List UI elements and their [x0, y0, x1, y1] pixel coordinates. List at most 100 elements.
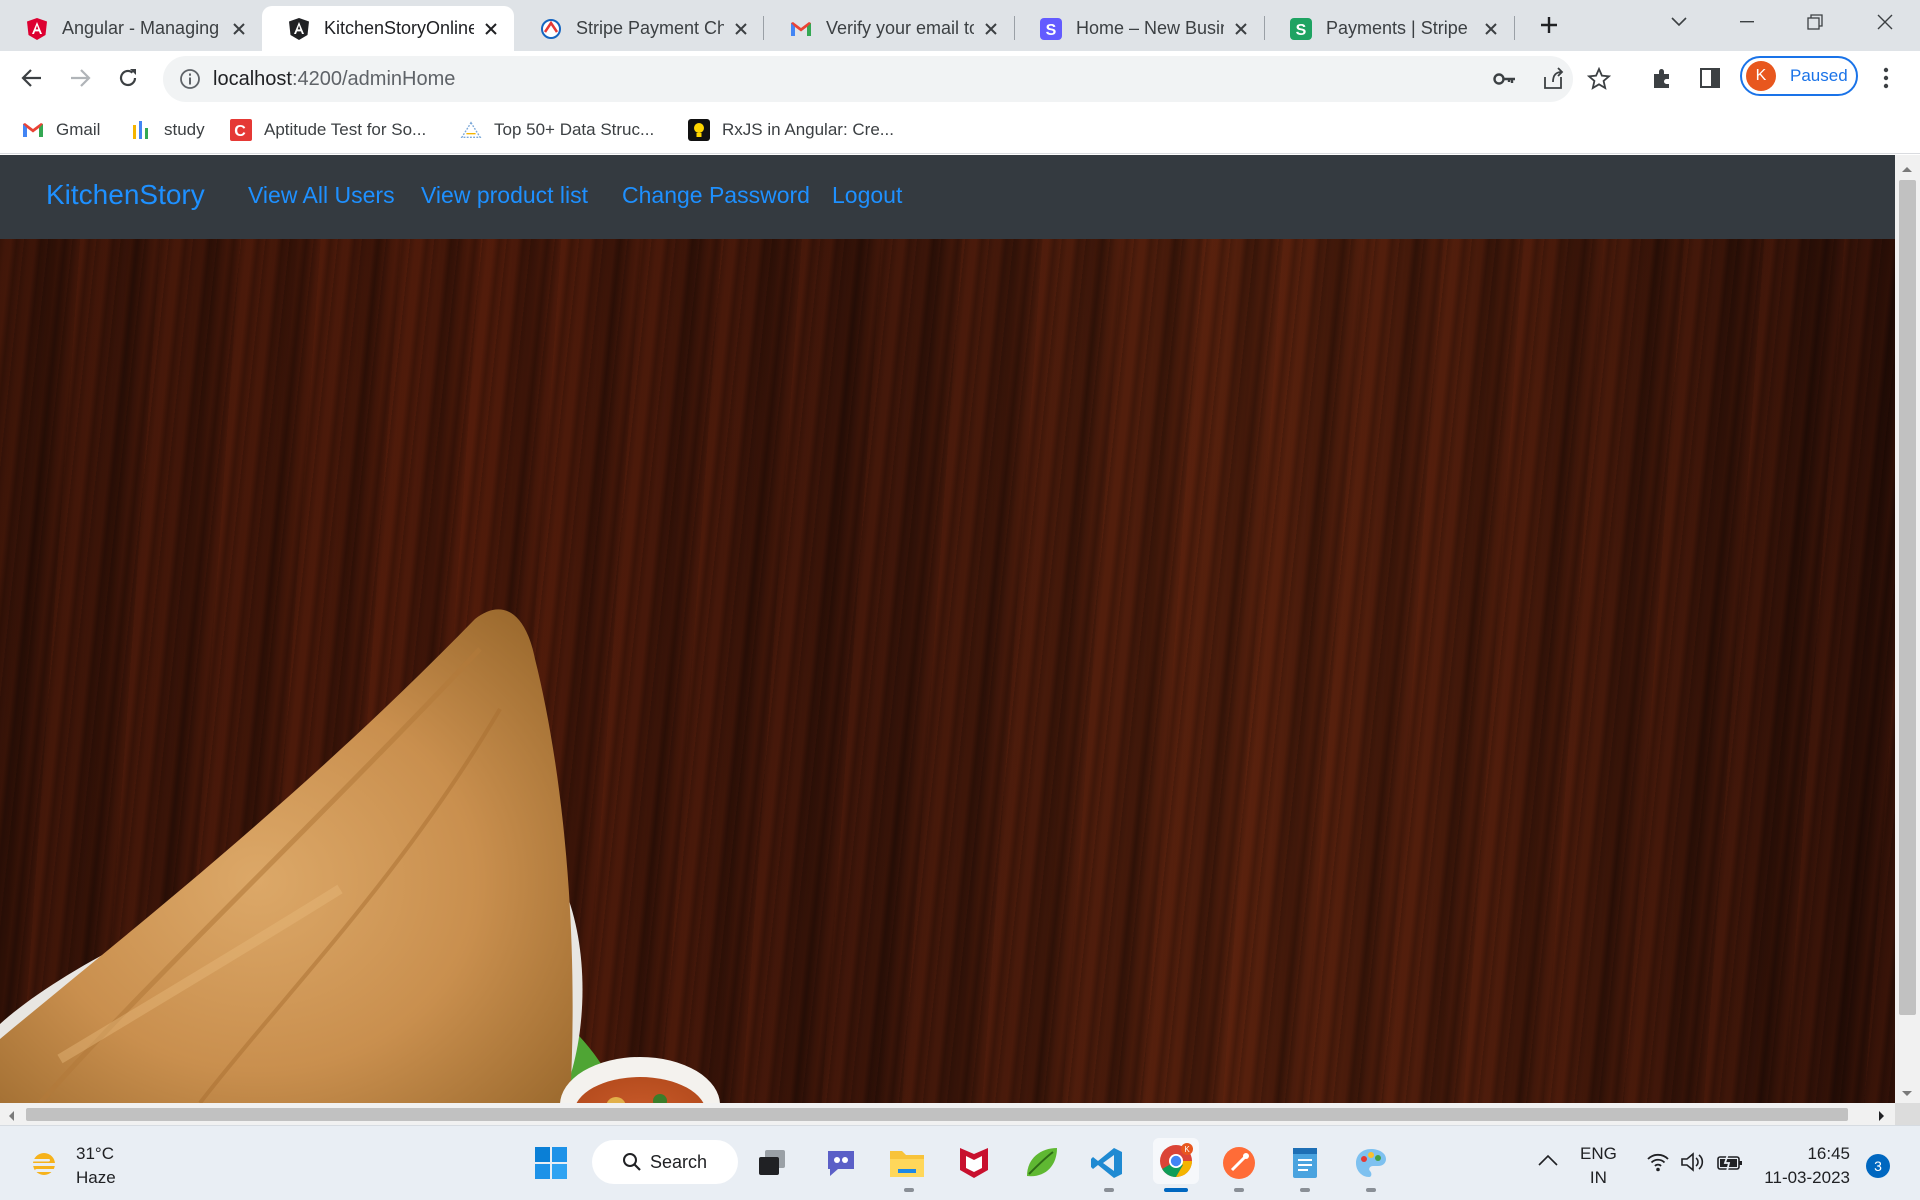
gmail-icon: [22, 119, 44, 141]
reload-button[interactable]: [110, 60, 146, 96]
share-icon[interactable]: [1541, 67, 1565, 96]
close-window-button[interactable]: [1862, 6, 1908, 38]
bookmark-gmail[interactable]: Gmail: [22, 116, 100, 144]
minimize-icon: [1740, 21, 1754, 23]
nav-view-product-list[interactable]: View product list: [421, 182, 588, 209]
clock[interactable]: 16:45 11-03-2023: [1764, 1142, 1850, 1190]
tab-angular-managing[interactable]: Angular - Managing: [0, 6, 262, 51]
close-tab-icon[interactable]: [730, 18, 752, 40]
c-logo-icon: C: [230, 119, 252, 141]
postman-icon[interactable]: [1219, 1143, 1259, 1183]
bookmark-label: Top 50+ Data Struc...: [494, 120, 655, 139]
show-hidden-icons-icon[interactable]: [1538, 1153, 1558, 1171]
url-host: localhost: [213, 68, 292, 90]
notepad-icon[interactable]: [1285, 1143, 1325, 1183]
side-panel-icon: [1700, 68, 1720, 88]
side-panel-button[interactable]: [1692, 60, 1728, 96]
wifi-icon[interactable]: [1646, 1152, 1670, 1177]
nav-view-all-users[interactable]: View All Users: [248, 182, 395, 209]
weather-condition: Haze: [76, 1168, 116, 1187]
more-vertical-icon: [1883, 67, 1889, 89]
windows-start-icon[interactable]: [531, 1143, 571, 1183]
weather-widget[interactable]: 31°C Haze: [28, 1142, 116, 1190]
menu-button[interactable]: [1868, 60, 1904, 96]
gmail-icon: [790, 18, 812, 40]
tab-divider: [1014, 16, 1015, 40]
arrow-right-icon: [71, 69, 91, 87]
forward-button[interactable]: [62, 60, 98, 96]
tab-stripe-payment[interactable]: Stripe Payment Che: [514, 6, 764, 51]
notification-badge[interactable]: 3: [1866, 1154, 1890, 1178]
spring-tool-icon[interactable]: [1021, 1143, 1061, 1183]
scroll-down-arrow-icon[interactable]: [1901, 1085, 1913, 1103]
tab-payments-stripe[interactable]: S Payments | Stripe D: [1264, 6, 1514, 51]
file-explorer-icon[interactable]: [887, 1143, 927, 1183]
bookmark-data-structures[interactable]: Top 50+ Data Struc...: [460, 116, 654, 144]
bookmark-label: study: [164, 120, 205, 139]
close-tab-icon[interactable]: [1480, 18, 1502, 40]
horizontal-scroll-thumb[interactable]: [26, 1108, 1848, 1121]
svg-text:K: K: [1184, 1145, 1190, 1154]
running-indicator: [1366, 1188, 1376, 1192]
svg-text:C: C: [234, 123, 246, 140]
task-view-icon[interactable]: [752, 1143, 792, 1183]
running-indicator: [904, 1188, 914, 1192]
star-icon[interactable]: [1586, 66, 1612, 96]
close-tab-icon[interactable]: [228, 18, 250, 40]
app-navbar: KitchenStory View All Users View product…: [0, 155, 1895, 239]
pyramid-icon: [460, 119, 482, 141]
language-indicator[interactable]: ENG IN: [1580, 1142, 1617, 1190]
clock-date: 11-03-2023: [1764, 1168, 1850, 1187]
tab-search-button[interactable]: [1656, 6, 1702, 38]
angular-black-icon: [288, 17, 310, 40]
payment-logo-icon: [540, 18, 562, 40]
close-icon: [1877, 14, 1893, 30]
new-tab-button[interactable]: [1534, 10, 1564, 40]
address-bar[interactable]: localhost:4200/adminHome: [163, 56, 1612, 102]
restore-button[interactable]: [1792, 6, 1838, 38]
info-icon[interactable]: [179, 68, 201, 95]
running-indicator: [1234, 1188, 1244, 1192]
key-icon[interactable]: [1493, 68, 1517, 95]
vertical-scroll-thumb[interactable]: [1899, 180, 1916, 1015]
nav-change-password[interactable]: Change Password: [622, 182, 810, 209]
minimize-button[interactable]: [1724, 6, 1770, 38]
url-path: :4200/adminHome: [291, 68, 456, 90]
mcafee-icon[interactable]: [954, 1143, 994, 1183]
tab-kitchenstory[interactable]: KitchenStoryOnline: [262, 6, 514, 51]
tab-verify-email[interactable]: Verify your email to: [764, 6, 1014, 51]
tab-strip: Angular - Managing KitchenStoryOnline St…: [0, 0, 1920, 51]
close-tab-icon[interactable]: [480, 18, 502, 40]
browser-toolbar: localhost:4200/adminHome K Paused: [0, 51, 1920, 106]
svg-text:S: S: [1296, 22, 1307, 39]
brand-link[interactable]: KitchenStory: [46, 179, 205, 211]
tab-title: Angular - Managing: [62, 18, 220, 38]
profile-button[interactable]: K Paused: [1740, 56, 1858, 96]
taskbar-search[interactable]: Search: [592, 1140, 738, 1184]
tab-title: Payments | Stripe D: [1326, 18, 1474, 38]
tab-title: KitchenStoryOnline: [324, 18, 474, 38]
bookmark-label: Gmail: [56, 120, 101, 139]
volume-icon[interactable]: [1680, 1152, 1704, 1177]
close-tab-icon[interactable]: [1230, 18, 1252, 40]
battery-icon[interactable]: [1716, 1152, 1744, 1177]
bookmark-study[interactable]: study: [130, 116, 205, 144]
reload-icon: [119, 69, 137, 87]
restore-icon: [1807, 14, 1823, 30]
bookmark-aptitude[interactable]: C Aptitude Test for So...: [230, 116, 426, 144]
haze-sun-icon: [32, 1153, 60, 1175]
scroll-up-arrow-icon[interactable]: [1901, 160, 1913, 178]
chrome-icon[interactable]: K: [1153, 1138, 1199, 1184]
tab-divider: [1264, 16, 1265, 40]
teams-chat-icon[interactable]: [821, 1143, 861, 1183]
back-button[interactable]: [14, 60, 50, 96]
extensions-button[interactable]: [1644, 60, 1680, 96]
close-tab-icon[interactable]: [980, 18, 1002, 40]
tab-new-business[interactable]: S Home – New Busine: [1014, 6, 1264, 51]
paint-icon[interactable]: [1351, 1143, 1391, 1183]
vscode-icon[interactable]: [1087, 1143, 1127, 1183]
dosa-image: [0, 609, 720, 1103]
bookmark-rxjs[interactable]: RxJS in Angular: Cre...: [688, 116, 894, 144]
nav-logout[interactable]: Logout: [832, 182, 902, 209]
avatar: K: [1746, 61, 1776, 91]
